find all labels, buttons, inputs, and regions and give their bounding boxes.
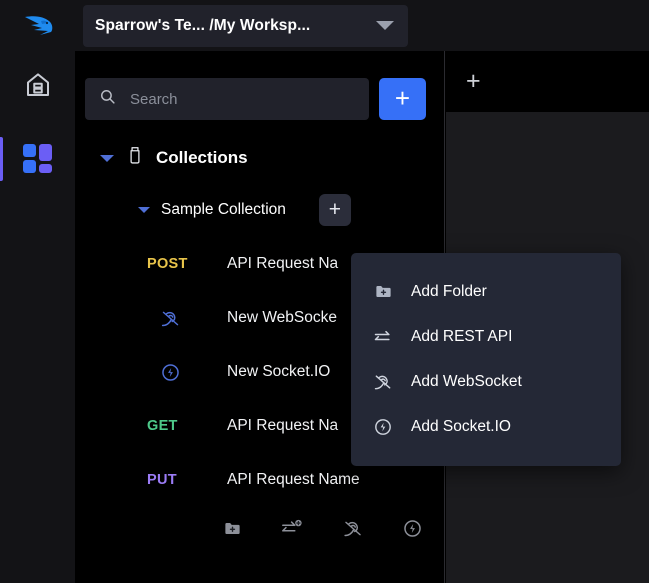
folder-plus-icon — [373, 282, 393, 301]
explorer-bottom-actions — [75, 517, 444, 539]
sidebar-item-collections[interactable] — [0, 123, 75, 195]
collection-item[interactable]: Sample Collection + — [75, 194, 444, 226]
activity-bar — [0, 51, 75, 583]
add-websocket-icon[interactable] — [342, 518, 364, 539]
grid-collections-icon — [22, 144, 53, 174]
context-menu: Add Folder Add REST API Add WebSocket Ad… — [351, 253, 621, 466]
menu-item-label: Add WebSocket — [411, 372, 522, 390]
chevron-down-icon — [138, 207, 150, 213]
collections-title: Collections — [156, 148, 248, 167]
add-rest-api-icon[interactable] — [280, 517, 304, 539]
menu-item-label: Add Socket.IO — [411, 417, 511, 435]
workspace-selector[interactable]: Sparrow's Te... /My Worksp... — [83, 4, 408, 47]
jar-icon — [126, 146, 144, 170]
app-logo — [0, 0, 75, 51]
menu-item-add-socketio[interactable]: Add Socket.IO — [351, 404, 621, 449]
socketio-icon — [373, 417, 393, 437]
collection-name: Sample Collection — [161, 201, 286, 218]
request-name: New WebSocke — [227, 309, 337, 326]
app-root: Sparrow's Te... /My Worksp... Search + C… — [0, 0, 649, 583]
method-badge: POST — [147, 256, 188, 272]
method-badge: PUT — [147, 472, 177, 488]
add-item-button[interactable]: + — [379, 78, 426, 120]
home-icon — [23, 70, 53, 105]
socketio-icon — [147, 362, 227, 383]
search-placeholder: Search — [130, 90, 178, 108]
search-icon — [99, 88, 116, 110]
method-badge: GET — [147, 418, 178, 434]
add-folder-icon[interactable] — [223, 519, 242, 538]
sparrow-bird-logo-icon — [22, 12, 54, 40]
websocket-icon — [373, 372, 393, 392]
chevron-down-icon — [100, 154, 114, 162]
add-to-collection-button[interactable]: + — [318, 194, 351, 226]
top-bar: Sparrow's Te... /My Worksp... — [0, 0, 649, 51]
collections-header[interactable]: Collections — [75, 120, 444, 170]
workspace-label: Sparrow's Te... /My Worksp... — [95, 16, 311, 34]
menu-item-add-websocket[interactable]: Add WebSocket — [351, 359, 621, 404]
menu-item-label: Add REST API — [411, 327, 513, 345]
request-name: API Request Na — [227, 255, 339, 272]
new-tab-button[interactable]: + — [466, 69, 481, 94]
request-name: New Socket.IO — [227, 363, 331, 380]
search-input[interactable]: Search — [85, 78, 369, 120]
tab-strip: + — [446, 51, 649, 112]
chevron-down-icon — [376, 21, 394, 30]
request-name: API Request Name — [227, 471, 360, 488]
rest-api-icon — [373, 328, 393, 346]
menu-item-add-rest-api[interactable]: Add REST API — [351, 314, 621, 359]
websocket-icon — [147, 308, 227, 329]
add-socketio-icon[interactable] — [402, 518, 423, 539]
menu-item-label: Add Folder — [411, 282, 487, 300]
search-row: Search + — [75, 51, 444, 120]
menu-item-add-folder[interactable]: Add Folder — [351, 269, 621, 314]
sidebar-item-home[interactable] — [0, 51, 75, 123]
request-name: API Request Na — [227, 417, 339, 434]
